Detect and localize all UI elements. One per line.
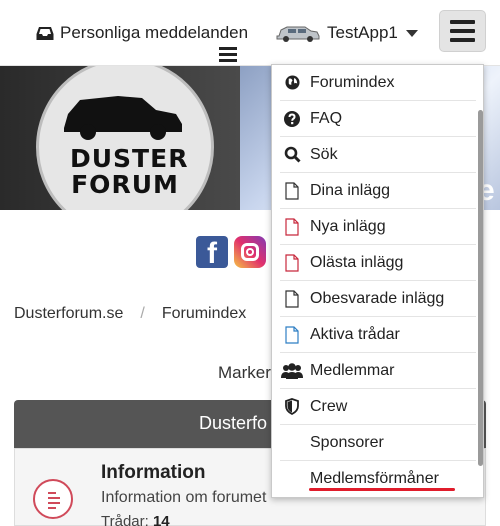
username: TestApp1: [327, 23, 398, 42]
menu-bar-icon: [450, 20, 475, 24]
menu-bar-icon: [450, 38, 475, 42]
highlight-underline: [309, 488, 455, 491]
user-avatar-car-icon: [276, 26, 320, 42]
main-menu-dropdown: Forumindex FAQ Sök Dina inlägg Nya inläg…: [271, 64, 484, 498]
menu-item-your-posts[interactable]: Dina inlägg: [280, 173, 476, 209]
menu-bar-icon: [450, 29, 475, 33]
menu-item-sponsors[interactable]: Sponsorer: [280, 425, 476, 461]
menu-item-member-benefits[interactable]: Medlemsförmåner: [280, 461, 476, 497]
top-navbar: Personliga meddelanden TestApp1: [0, 0, 500, 66]
facebook-icon[interactable]: f: [196, 236, 228, 270]
menu-item-forumindex[interactable]: Forumindex: [280, 65, 476, 101]
breadcrumb-link-forumindex[interactable]: Forumindex: [162, 305, 246, 323]
shield-icon: [280, 398, 304, 415]
mark-forums-read-link[interactable]: Marker: [218, 363, 271, 383]
hamburger-icon[interactable]: [219, 46, 237, 67]
menu-item-unanswered-posts[interactable]: Obesvarade inlägg: [280, 281, 476, 317]
main-menu-button[interactable]: [439, 10, 486, 52]
file-blue-icon: [280, 325, 304, 344]
chevron-down-icon: [405, 29, 418, 37]
forum-category-title[interactable]: Dusterfo: [199, 413, 267, 434]
file-red-icon: [280, 253, 304, 272]
menu-item-unread-posts[interactable]: Olästa inlägg: [280, 245, 476, 281]
globe-icon: [280, 75, 304, 90]
breadcrumb: Dusterforum.se / Forumindex: [14, 305, 246, 323]
forum-title-link[interactable]: Information: [101, 462, 206, 484]
menu-item-search[interactable]: Sök: [280, 137, 476, 173]
private-messages-link[interactable]: Personliga meddelanden: [36, 21, 248, 45]
logo-car-silhouette: [64, 96, 182, 140]
question-circle-icon: [280, 110, 304, 127]
forum-description: Information om forumet: [101, 489, 267, 506]
breadcrumb-link-home[interactable]: Dusterforum.se: [14, 305, 123, 323]
forum-unread-icon: [33, 479, 73, 519]
inbox-icon: [36, 26, 54, 40]
menu-item-active-topics[interactable]: Aktiva trådar: [280, 317, 476, 353]
user-menu[interactable]: TestApp1: [275, 20, 418, 46]
menu-item-faq[interactable]: FAQ: [280, 101, 476, 137]
menu-item-new-posts[interactable]: Nya inlägg: [280, 209, 476, 245]
private-messages-label: Personliga meddelanden: [60, 23, 249, 42]
menu-item-members[interactable]: Medlemmar: [280, 353, 476, 389]
file-icon: [280, 181, 304, 200]
file-red-icon: [280, 217, 304, 236]
file-icon: [280, 289, 304, 308]
instagram-icon[interactable]: [234, 236, 266, 268]
dropdown-scrollbar[interactable]: [478, 110, 483, 466]
search-icon: [280, 146, 304, 163]
breadcrumb-separator: /: [140, 305, 145, 322]
forum-thread-count: Trådar: 14: [101, 513, 170, 526]
logo-text: DUSTER FORUM: [70, 144, 189, 199]
menu-item-crew[interactable]: Crew: [280, 389, 476, 425]
users-icon: [280, 362, 304, 379]
